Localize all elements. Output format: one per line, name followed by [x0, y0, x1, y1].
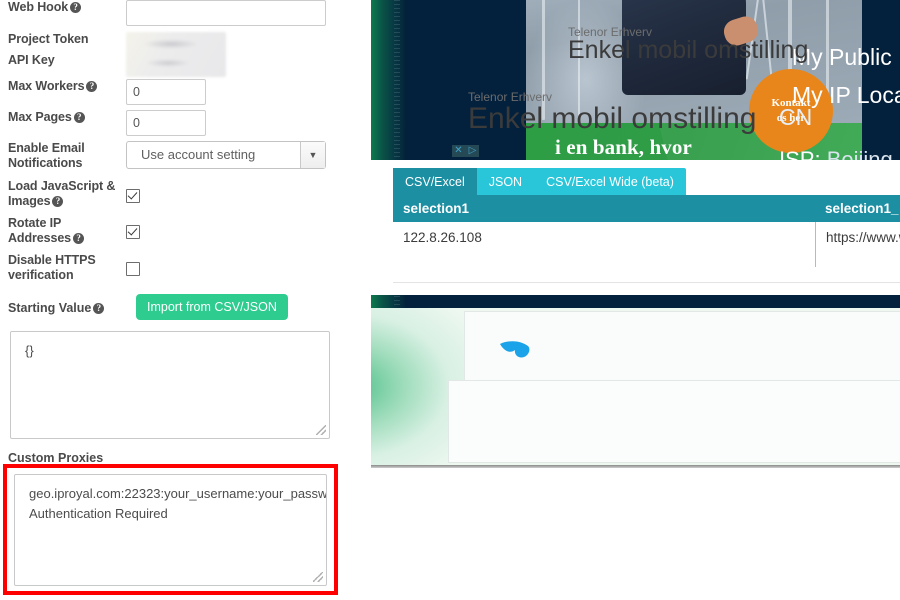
adchoices-info-icon[interactable]: ▷ [466, 145, 479, 157]
starting-value-textarea[interactable]: {} [10, 331, 330, 439]
telenor-title-front: Enkel mobil omstilling [468, 102, 757, 135]
field-row-rotate-ip-addresses: Rotate IP Addresses? [0, 216, 340, 246]
chevron-down-icon[interactable]: ▼ [300, 142, 325, 168]
close-icon[interactable]: ✕ [452, 145, 465, 157]
label-disable-https-verification: Disable HTTPS verification [8, 253, 96, 282]
label-starting-value-text: Starting Value [8, 301, 92, 315]
resize-grip-icon[interactable] [316, 425, 326, 435]
custom-proxies-textarea[interactable]: geo.iproyal.com:22323:your_username:your… [14, 474, 327, 586]
results-table-header: selection1 selection1_ [393, 195, 900, 222]
label-custom-proxies: Custom Proxies [8, 451, 104, 465]
resize-grip-icon[interactable] [313, 572, 323, 582]
help-icon[interactable]: ? [86, 81, 98, 92]
enable-email-notifications-value: Use account setting [141, 147, 256, 162]
label-max-pages-text: Max Pages [8, 110, 72, 124]
preview-section-divider [371, 465, 900, 468]
label-api-key: API Key [8, 53, 55, 67]
field-row-disable-https-verification: Disable HTTPS verification [0, 253, 340, 283]
label-rotate-ip-addresses-text: Rotate IP Addresses [8, 216, 72, 245]
label-project-token: Project Token [8, 32, 89, 46]
label-enable-email-notifications: Enable Email Notifications [8, 141, 85, 170]
import-from-csv-json-button[interactable]: Import from CSV/JSON [136, 294, 288, 320]
field-row-api-key: API Key [0, 53, 340, 68]
field-row-max-workers: Max Workers? [0, 79, 340, 105]
load-javascript-images-checkbox[interactable] [126, 189, 140, 203]
label-starting-value: Starting Value? [0, 301, 105, 315]
label-web-hook-text: Web Hook [8, 0, 69, 14]
results-tabs: CSV/Excel JSON CSV/Excel Wide (beta) [393, 168, 686, 195]
help-icon[interactable]: ? [70, 2, 82, 13]
custom-proxies-text: geo.iproyal.com:22323:your_username:your… [29, 486, 327, 521]
rotate-ip-addresses-checkbox[interactable] [126, 225, 140, 239]
tab-csv-excel[interactable]: CSV/Excel [393, 168, 477, 195]
project-settings-panel: Web Hook? Project Token API Key Max Work… [0, 0, 360, 600]
starting-value-text: {} [25, 343, 34, 358]
label-rotate-ip-addresses: Rotate IP Addresses? [0, 216, 126, 246]
screen-root: Web Hook? Project Token API Key Max Work… [0, 0, 900, 600]
max-pages-input[interactable] [126, 110, 206, 136]
tab-json[interactable]: JSON [477, 168, 534, 195]
telenor-logo-icon [500, 341, 530, 358]
field-row-enable-email-notifications: Enable Email Notifications Use account s… [0, 141, 340, 171]
web-hook-input[interactable] [126, 0, 326, 26]
field-row-max-pages: Max Pages? [0, 110, 340, 136]
enable-email-notifications-select[interactable]: Use account setting ▼ [126, 141, 326, 169]
label-web-hook: Web Hook? [0, 0, 126, 15]
table-cell-selection1: 122.8.26.108 [403, 230, 482, 245]
label-max-workers-text: Max Workers [8, 79, 85, 93]
help-icon[interactable]: ? [52, 196, 64, 207]
label-max-workers: Max Workers? [0, 79, 126, 94]
help-icon[interactable]: ? [93, 303, 105, 314]
adchoices-controls: ✕ ▷ [452, 145, 479, 157]
table-row: 122.8.26.108 https://www.w [393, 222, 900, 283]
label-load-javascript-images: Load JavaScript & Images? [0, 179, 126, 209]
field-row-load-javascript-images: Load JavaScript & Images? [0, 179, 340, 209]
help-icon[interactable]: ? [73, 112, 85, 123]
max-workers-input[interactable] [126, 79, 206, 105]
ip-country-code: CN [779, 104, 813, 130]
label-max-pages: Max Pages? [0, 110, 126, 125]
field-row-web-hook: Web Hook? [0, 0, 340, 26]
results-panel: CSV/Excel JSON CSV/Excel Wide (beta) sel… [371, 160, 900, 295]
table-cell-selection1-url: https://www.w [815, 222, 900, 267]
telenor-title-back: Enkel mobil omstilling [568, 36, 809, 64]
telenor-ad-card-front[interactable] [448, 380, 900, 463]
disable-https-verification-checkbox[interactable] [126, 262, 140, 276]
table-column-header[interactable]: selection1 [393, 201, 815, 216]
telenor-ad-section [371, 308, 900, 465]
tab-csv-excel-wide[interactable]: CSV/Excel Wide (beta) [534, 168, 686, 195]
table-column-header[interactable]: selection1_ [815, 201, 900, 216]
help-icon[interactable]: ? [73, 233, 85, 244]
page-preview-panel: i en bank, hvor du er vigtigst Kontakt o… [371, 0, 900, 600]
